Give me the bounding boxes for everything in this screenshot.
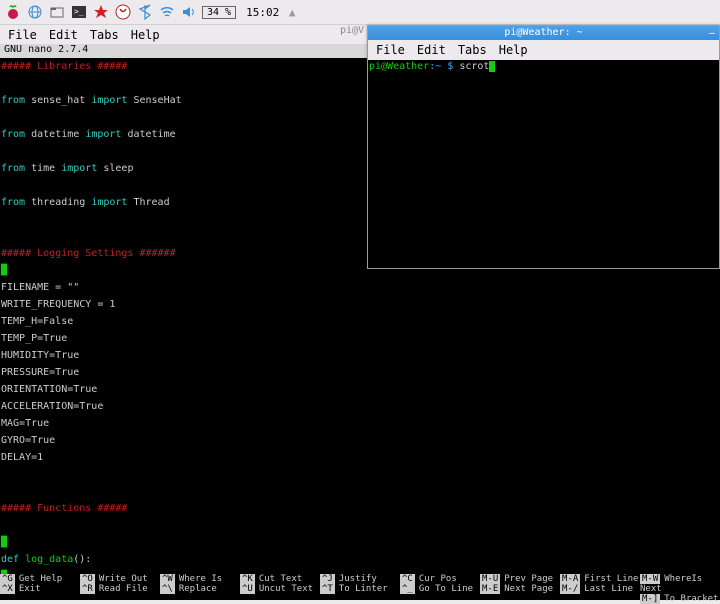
terminal-titlebar[interactable]: pi@Weather: ~ —: [368, 26, 719, 40]
files-icon[interactable]: [48, 3, 66, 21]
battery-indicator[interactable]: 34 %: [202, 6, 236, 19]
star-icon[interactable]: [92, 3, 110, 21]
terminal-cursor: [489, 61, 495, 72]
terminal-window[interactable]: pi@Weather: ~ — File Edit Tabs Help pi@W…: [367, 25, 720, 269]
menu-file[interactable]: File: [8, 28, 37, 42]
clock: 15:02: [246, 6, 279, 19]
terminal-command: scrot: [459, 61, 489, 72]
taskbar: >_ 34 % 15:02 ▲: [0, 0, 720, 24]
term-menu-file[interactable]: File: [376, 43, 405, 57]
menu-edit[interactable]: Edit: [49, 28, 78, 42]
svg-text:>_: >_: [74, 7, 84, 16]
nano-version: GNU nano 2.7.4: [4, 44, 88, 58]
app-icon[interactable]: [114, 3, 132, 21]
terminal-body[interactable]: pi@Weather:~ $ scrot: [368, 60, 719, 268]
term-menu-tabs[interactable]: Tabs: [458, 43, 487, 57]
eject-icon[interactable]: ▲: [283, 3, 301, 21]
prompt-user: pi@Weather: [369, 61, 429, 72]
terminal-icon[interactable]: >_: [70, 3, 88, 21]
raspberry-icon[interactable]: [4, 3, 22, 21]
volume-icon[interactable]: [180, 3, 198, 21]
terminal-menubar: File Edit Tabs Help: [368, 40, 719, 60]
nano-footer: ^GGet Help^XExit ^OWrite Out^RRead File …: [0, 574, 720, 600]
term-menu-help[interactable]: Help: [499, 43, 528, 57]
close-icon[interactable]: —: [709, 27, 715, 41]
bluetooth-icon[interactable]: [136, 3, 154, 21]
menu-tabs[interactable]: Tabs: [90, 28, 119, 42]
globe-icon[interactable]: [26, 3, 44, 21]
inactive-task-label[interactable]: pi@V: [340, 25, 364, 36]
prompt-path: :~ $: [429, 61, 459, 72]
terminal-title: pi@Weather: ~: [504, 27, 582, 38]
wifi-icon[interactable]: [158, 3, 176, 21]
menu-help[interactable]: Help: [131, 28, 160, 42]
term-menu-edit[interactable]: Edit: [417, 43, 446, 57]
